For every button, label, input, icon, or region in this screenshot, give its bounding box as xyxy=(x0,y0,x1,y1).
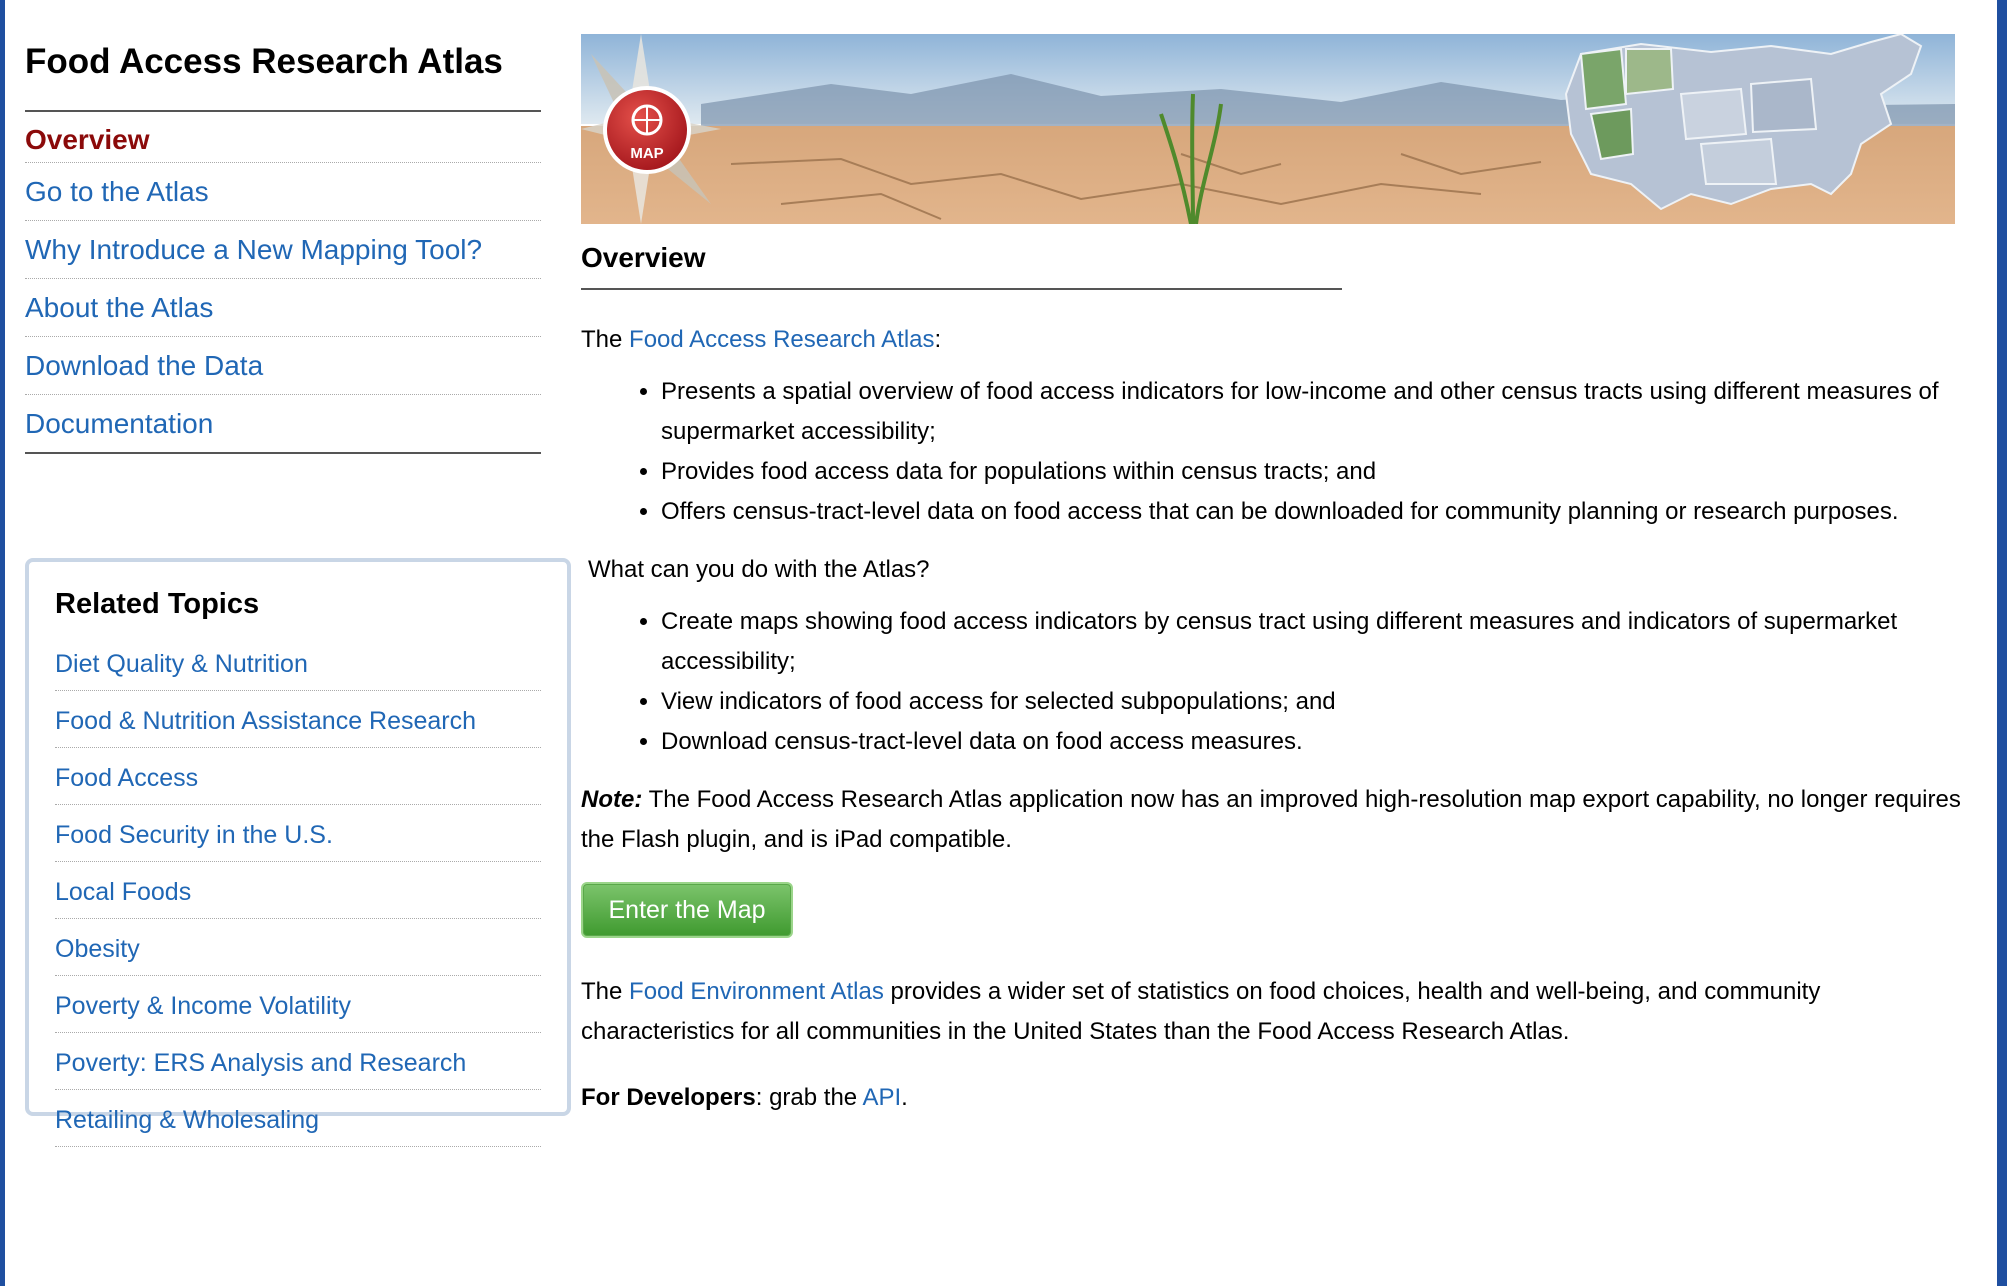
atlas-uses-list: Create maps showing food access indicato… xyxy=(581,602,1961,762)
related-topic-link[interactable]: Local Foods xyxy=(55,878,191,906)
nav-item-go-to-atlas[interactable]: Go to the Atlas xyxy=(25,163,541,221)
atlas-features-list: Presents a spatial overview of food acce… xyxy=(581,372,1961,532)
related-topic-item[interactable]: Poverty: ERS Analysis and Research xyxy=(55,1034,541,1090)
list-item: Download census-tract-level data on food… xyxy=(661,722,1961,762)
map-badge-label: MAP xyxy=(630,145,663,162)
related-topics-list: Diet Quality & Nutrition Food & Nutritio… xyxy=(55,635,541,1147)
nav-item-label[interactable]: Why Introduce a New Mapping Tool? xyxy=(25,234,482,265)
list-item: View indicators of food access for selec… xyxy=(661,682,1961,722)
related-topics-heading: Related Topics xyxy=(55,588,260,620)
related-topic-link[interactable]: Food Access xyxy=(55,764,198,792)
related-topic-item[interactable]: Local Foods xyxy=(55,863,541,919)
question-text: What can you do with the Atlas? xyxy=(588,556,930,583)
related-topic-item[interactable]: Food Security in the U.S. xyxy=(55,806,541,862)
list-item: Offers census-tract-level data on food a… xyxy=(661,492,1961,532)
related-topic-link[interactable]: Obesity xyxy=(55,935,140,963)
developers-text: : grab the xyxy=(755,1084,863,1111)
related-topic-link[interactable]: Food Security in the U.S. xyxy=(55,821,333,849)
note-paragraph: Note: The Food Access Research Atlas app… xyxy=(581,780,1961,860)
related-topic-link[interactable]: Poverty: ERS Analysis and Research xyxy=(55,1049,466,1077)
nav-item-label: Overview xyxy=(25,124,150,155)
nav-item-overview[interactable]: Overview xyxy=(25,112,541,163)
main-content: MAP Overview The Food Access Research At… xyxy=(581,34,1961,1118)
related-topic-link[interactable]: Retailing & Wholesaling xyxy=(55,1106,319,1134)
site-title: Food Access Research Atlas xyxy=(25,36,541,112)
developers-paragraph: For Developers: grab the API. xyxy=(581,1078,1961,1118)
atlas-banner: MAP xyxy=(581,34,1955,224)
intro-text: The xyxy=(581,326,630,353)
related-topic-item[interactable]: Food & Nutrition Assistance Research xyxy=(55,692,541,748)
developers-text-end: . xyxy=(901,1084,908,1111)
sidebar: Food Access Research Atlas Overview Go t… xyxy=(25,36,541,454)
intro-paragraph: The Food Access Research Atlas: xyxy=(581,320,1961,360)
related-topic-item[interactable]: Obesity xyxy=(55,920,541,976)
list-item: Provides food access data for population… xyxy=(661,452,1961,492)
nav-item-label[interactable]: Go to the Atlas xyxy=(25,176,209,207)
related-topics-box: Related Topics Diet Quality & Nutrition … xyxy=(25,558,571,1147)
sidebar-nav: Overview Go to the Atlas Why Introduce a… xyxy=(25,112,541,454)
related-topic-item[interactable]: Poverty & Income Volatility xyxy=(55,977,541,1033)
related-topic-link[interactable]: Poverty & Income Volatility xyxy=(55,992,351,1020)
related-topic-item[interactable]: Food Access xyxy=(55,749,541,805)
related-topic-item[interactable]: Retailing & Wholesaling xyxy=(55,1091,541,1147)
intro-text-end: : xyxy=(934,326,942,353)
enter-map-button[interactable]: Enter the Map xyxy=(581,882,793,938)
food-access-atlas-link[interactable]: Food Access Research Atlas xyxy=(629,326,934,353)
food-environment-atlas-link[interactable]: Food Environment Atlas xyxy=(629,978,884,1005)
note-text: The Food Access Research Atlas applicati… xyxy=(581,786,1961,853)
api-link[interactable]: API xyxy=(862,1084,901,1111)
nav-item-label[interactable]: Download the Data xyxy=(25,350,263,381)
related-topic-item[interactable]: Diet Quality & Nutrition xyxy=(55,635,541,691)
page-heading: Overview xyxy=(581,224,1342,290)
note-label: Note: xyxy=(581,786,643,813)
nav-item-download[interactable]: Download the Data xyxy=(25,337,541,395)
nav-item-documentation[interactable]: Documentation xyxy=(25,395,541,452)
window-right-border xyxy=(1997,0,2007,1286)
environment-atlas-paragraph: The Food Environment Atlas provides a wi… xyxy=(581,972,1961,1052)
list-item: Presents a spatial overview of food acce… xyxy=(661,372,1961,452)
env-text-prefix: The xyxy=(581,978,630,1005)
nav-item-label[interactable]: Documentation xyxy=(25,408,213,439)
overview-content: The Food Access Research Atlas: Presents… xyxy=(581,320,1961,1118)
developers-label: For Developers xyxy=(581,1084,756,1111)
nav-item-about[interactable]: About the Atlas xyxy=(25,279,541,337)
related-topic-link[interactable]: Food & Nutrition Assistance Research xyxy=(55,707,476,735)
list-item: Create maps showing food access indicato… xyxy=(661,602,1961,682)
nav-item-label[interactable]: About the Atlas xyxy=(25,292,213,323)
nav-item-why-new-tool[interactable]: Why Introduce a New Mapping Tool? xyxy=(25,221,541,279)
window-left-border xyxy=(0,0,5,1286)
banner-illustration: MAP xyxy=(581,34,1955,224)
related-topic-link[interactable]: Diet Quality & Nutrition xyxy=(55,650,308,678)
